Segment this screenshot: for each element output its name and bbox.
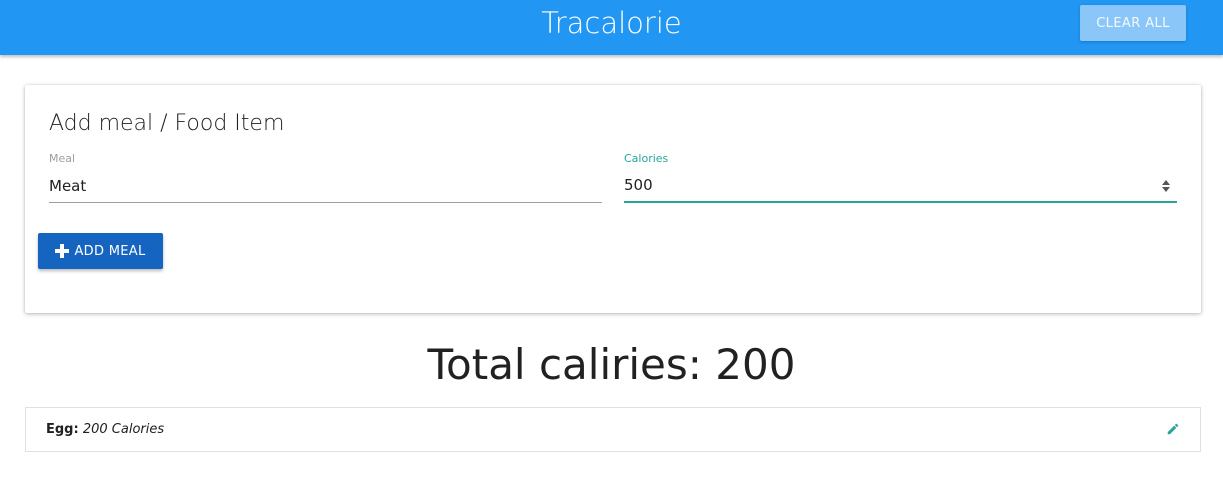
- brand-title[interactable]: Tracalorie: [0, 0, 1223, 46]
- meal-label: Meal: [49, 152, 76, 165]
- meal-input[interactable]: [49, 169, 602, 203]
- calories-label: Calories: [624, 152, 669, 165]
- total-calories-value: 200: [715, 340, 796, 389]
- calories-input[interactable]: [624, 169, 1177, 203]
- add-meal-card: Add meal / Food Item Meal Calories ADD M…: [25, 85, 1201, 313]
- total-calories: Total caliries: 200: [0, 340, 1223, 389]
- item-list: Egg: 200 Calories: [25, 407, 1201, 452]
- clear-all-button[interactable]: CLEAR ALL: [1080, 5, 1186, 41]
- total-calories-label: Total caliries:: [427, 340, 702, 389]
- add-meal-button-label: ADD MEAL: [74, 243, 146, 259]
- stepper-up-icon[interactable]: [1162, 180, 1170, 185]
- item-calories: 200 Calories: [82, 422, 165, 437]
- calories-stepper[interactable]: [1161, 179, 1171, 193]
- plus-icon: [55, 244, 70, 258]
- add-meal-button[interactable]: ADD MEAL: [38, 233, 163, 269]
- pencil-icon[interactable]: [1166, 422, 1180, 436]
- list-item: Egg: 200 Calories: [26, 408, 1200, 451]
- item-name: Egg:: [46, 422, 79, 437]
- card-title: Add meal / Food Item: [49, 111, 285, 136]
- navbar: Tracalorie CLEAR ALL: [0, 0, 1223, 55]
- stepper-down-icon[interactable]: [1162, 187, 1170, 192]
